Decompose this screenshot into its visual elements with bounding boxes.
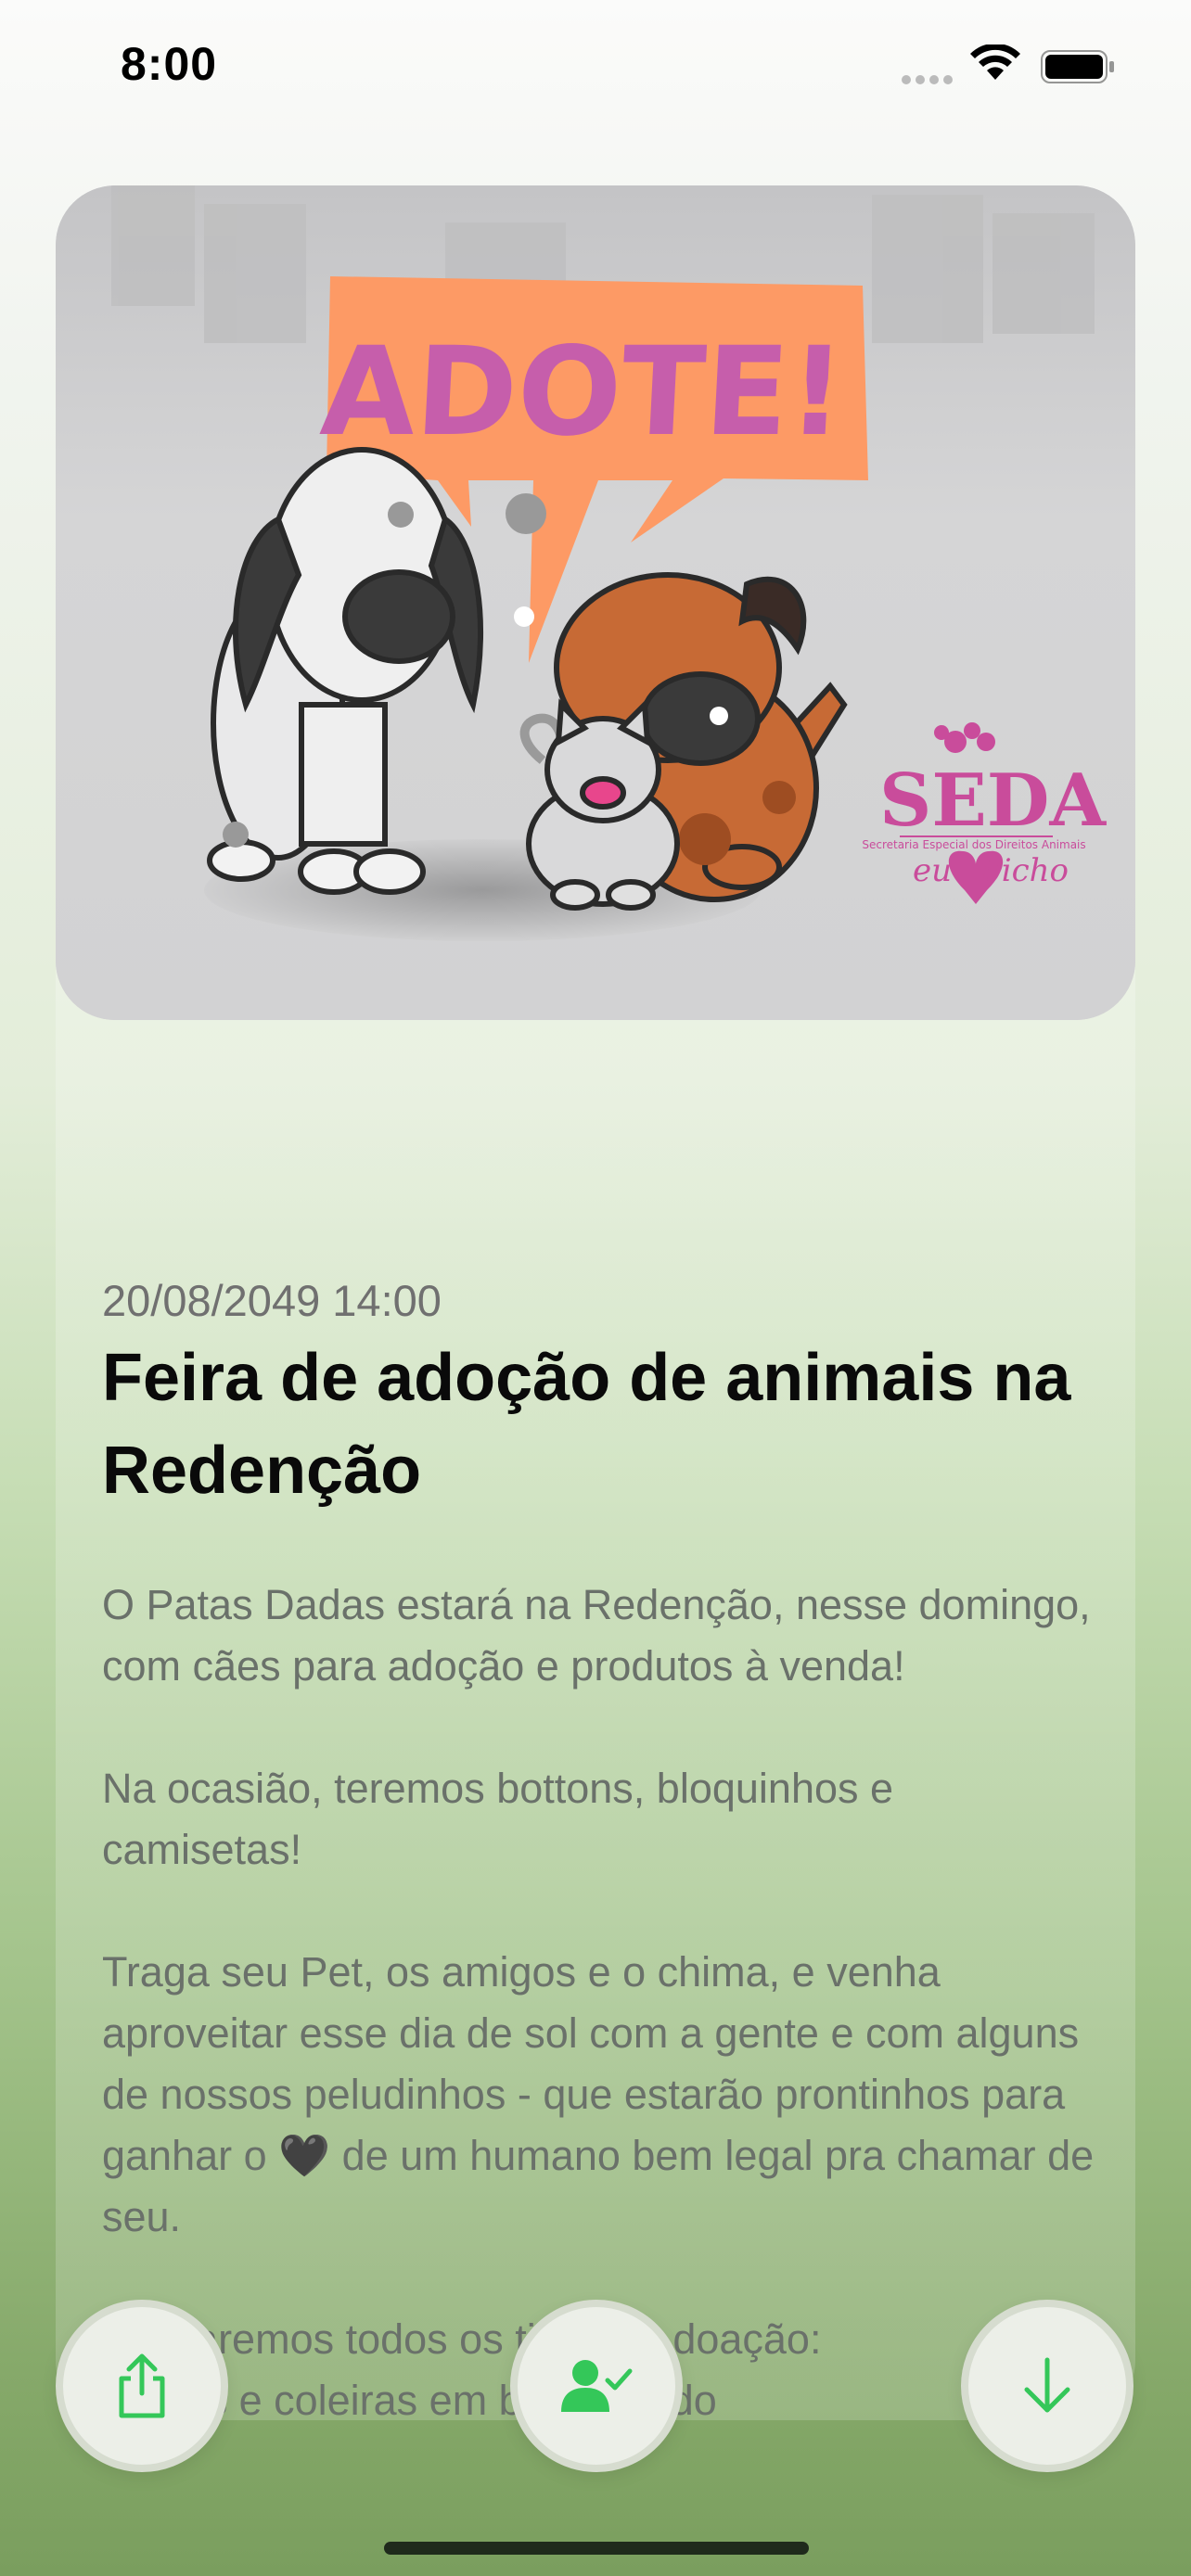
wifi-icon [970,45,1020,80]
cellular-signal-icon [902,72,957,89]
status-bar: 8:00 [0,0,1191,130]
event-card[interactable]: ADOTE! SEDA Secretaria Especial dos Dire… [56,185,1135,2420]
adote-headline: ADOTE! [317,321,848,464]
home-indicator[interactable] [384,2542,809,2555]
battery-icon [1041,50,1114,83]
event-description: O Patas Dadas estará na Redenção, nesse … [102,1581,1095,2420]
share-button[interactable] [56,2300,228,2472]
eu-text: eu [913,852,952,889]
share-icon [119,2353,165,2418]
status-time: 8:00 [121,38,218,90]
person-check-icon [561,2360,633,2412]
event-title: Feira de adoção de animais na Redenção [102,1341,1071,1508]
event-datetime: 20/08/2049 14:00 [102,1276,442,1325]
arrow-down-icon [1024,2357,1070,2413]
bicho-text: bicho [981,852,1069,889]
seda-logo: SEDA [879,759,1107,843]
seda-subtitle: Secretaria Especial dos Direitos Animais [862,838,1085,851]
download-button[interactable] [961,2300,1133,2472]
event-details: 20/08/2049 14:00 Feira de adoção de anim… [102,1275,1104,2420]
adopt-button[interactable] [510,2300,683,2472]
event-image: ADOTE! SEDA Secretaria Especial dos Dire… [56,185,1135,1020]
